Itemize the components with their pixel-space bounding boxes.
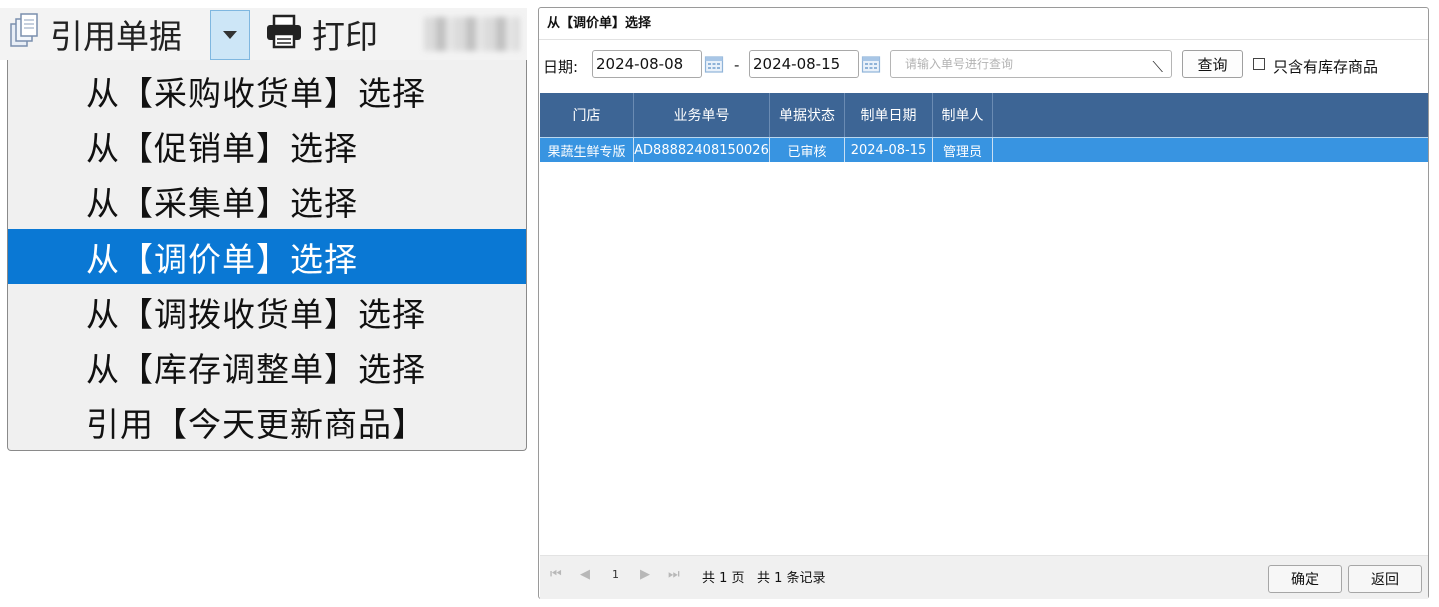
title-divider (539, 39, 1428, 40)
table-row[interactable]: 果蔬生鲜专版 AD88882408150026 已审核 2024-08-15 管… (540, 137, 1428, 162)
dialog-footer: ⏮ ◀ 1 ▶ ⏭ 共 1 页 共 1 条记录 确定 返回 (540, 555, 1428, 599)
date-label: 日期: (543, 58, 579, 76)
copy-documents-icon (6, 12, 44, 56)
clear-icon[interactable]: ⟍ (1152, 54, 1163, 80)
search-placeholder: 请输入单号进行查询 (905, 57, 1014, 71)
column-header-status[interactable]: 单据状态 (770, 93, 845, 137)
menu-item-today-updated-products[interactable]: 引用【今天更新商品】 (8, 394, 526, 449)
column-header-created-date[interactable]: 制单日期 (845, 93, 933, 137)
reference-dropdown-toggle[interactable] (210, 10, 250, 60)
last-page-icon[interactable]: ⏭ (668, 567, 680, 582)
select-price-adjustment-dialog: 从【调价单】选择 日期: - 请输入单号进行查询 ⟍ 查询 只含有库存商品 门店… (538, 7, 1429, 599)
caret-down-icon (223, 31, 237, 39)
reference-document-button[interactable]: 引用单据 (6, 8, 208, 60)
menu-item-promotion[interactable]: 从【促销单】选择 (8, 118, 526, 173)
date-to-input[interactable] (749, 50, 859, 78)
menu-item-transfer-receipt[interactable]: 从【调拨收货单】选择 (8, 284, 526, 339)
grid-header: 门店 业务单号 单据状态 制单日期 制单人 (540, 93, 1428, 137)
toolbar: 引用单据 打印 (0, 8, 527, 60)
menu-item-collection[interactable]: 从【采集单】选择 (8, 173, 526, 228)
back-button[interactable]: 返回 (1348, 565, 1422, 593)
confirm-button[interactable]: 确定 (1268, 565, 1342, 593)
printer-icon (264, 14, 304, 54)
blurred-icon (424, 17, 520, 51)
query-button[interactable]: 查询 (1182, 50, 1243, 78)
dialog-title: 从【调价单】选择 (547, 16, 652, 31)
menu-item-inventory-adjustment[interactable]: 从【库存调整单】选择 (8, 339, 526, 394)
calendar-icon[interactable] (704, 54, 724, 74)
date-range-separator: - (734, 56, 740, 74)
stock-only-label: 只含有库存商品 (1273, 58, 1379, 76)
cell-creator: 管理员 (933, 138, 993, 162)
total-records-text: 共 1 条记录 (757, 571, 826, 586)
first-page-icon[interactable]: ⏮ (550, 567, 562, 582)
menu-item-purchase-receipt[interactable]: 从【采购收货单】选择 (8, 63, 526, 118)
column-header-store[interactable]: 门店 (540, 93, 634, 137)
date-from-input[interactable] (592, 50, 702, 78)
stock-only-checkbox[interactable] (1253, 58, 1265, 70)
cell-order-number: AD88882408150026 (634, 138, 770, 162)
print-button[interactable]: 打印 (264, 8, 404, 60)
obscured-toolbar-button[interactable] (420, 8, 527, 60)
cell-status: 已审核 (770, 138, 845, 162)
column-header-order-number[interactable]: 业务单号 (634, 93, 770, 137)
calendar-icon[interactable] (861, 54, 881, 74)
next-page-icon[interactable]: ▶ (640, 567, 650, 582)
column-header-creator[interactable]: 制单人 (933, 93, 993, 137)
reference-dropdown-menu: 从【采购收货单】选择 从【促销单】选择 从【采集单】选择 从【调价单】选择 从【… (7, 60, 527, 451)
total-pages-text: 共 1 页 (702, 571, 745, 586)
print-label: 打印 (312, 17, 378, 56)
cell-store: 果蔬生鲜专版 (540, 138, 634, 162)
order-number-search-input[interactable]: 请输入单号进行查询 ⟍ (890, 50, 1172, 78)
reference-document-label: 引用单据 (50, 17, 182, 56)
cell-created-date: 2024-08-15 (845, 138, 933, 162)
menu-item-price-adjustment[interactable]: 从【调价单】选择 (8, 229, 526, 284)
current-page-number[interactable]: 1 (612, 568, 619, 581)
previous-page-icon[interactable]: ◀ (580, 567, 590, 582)
